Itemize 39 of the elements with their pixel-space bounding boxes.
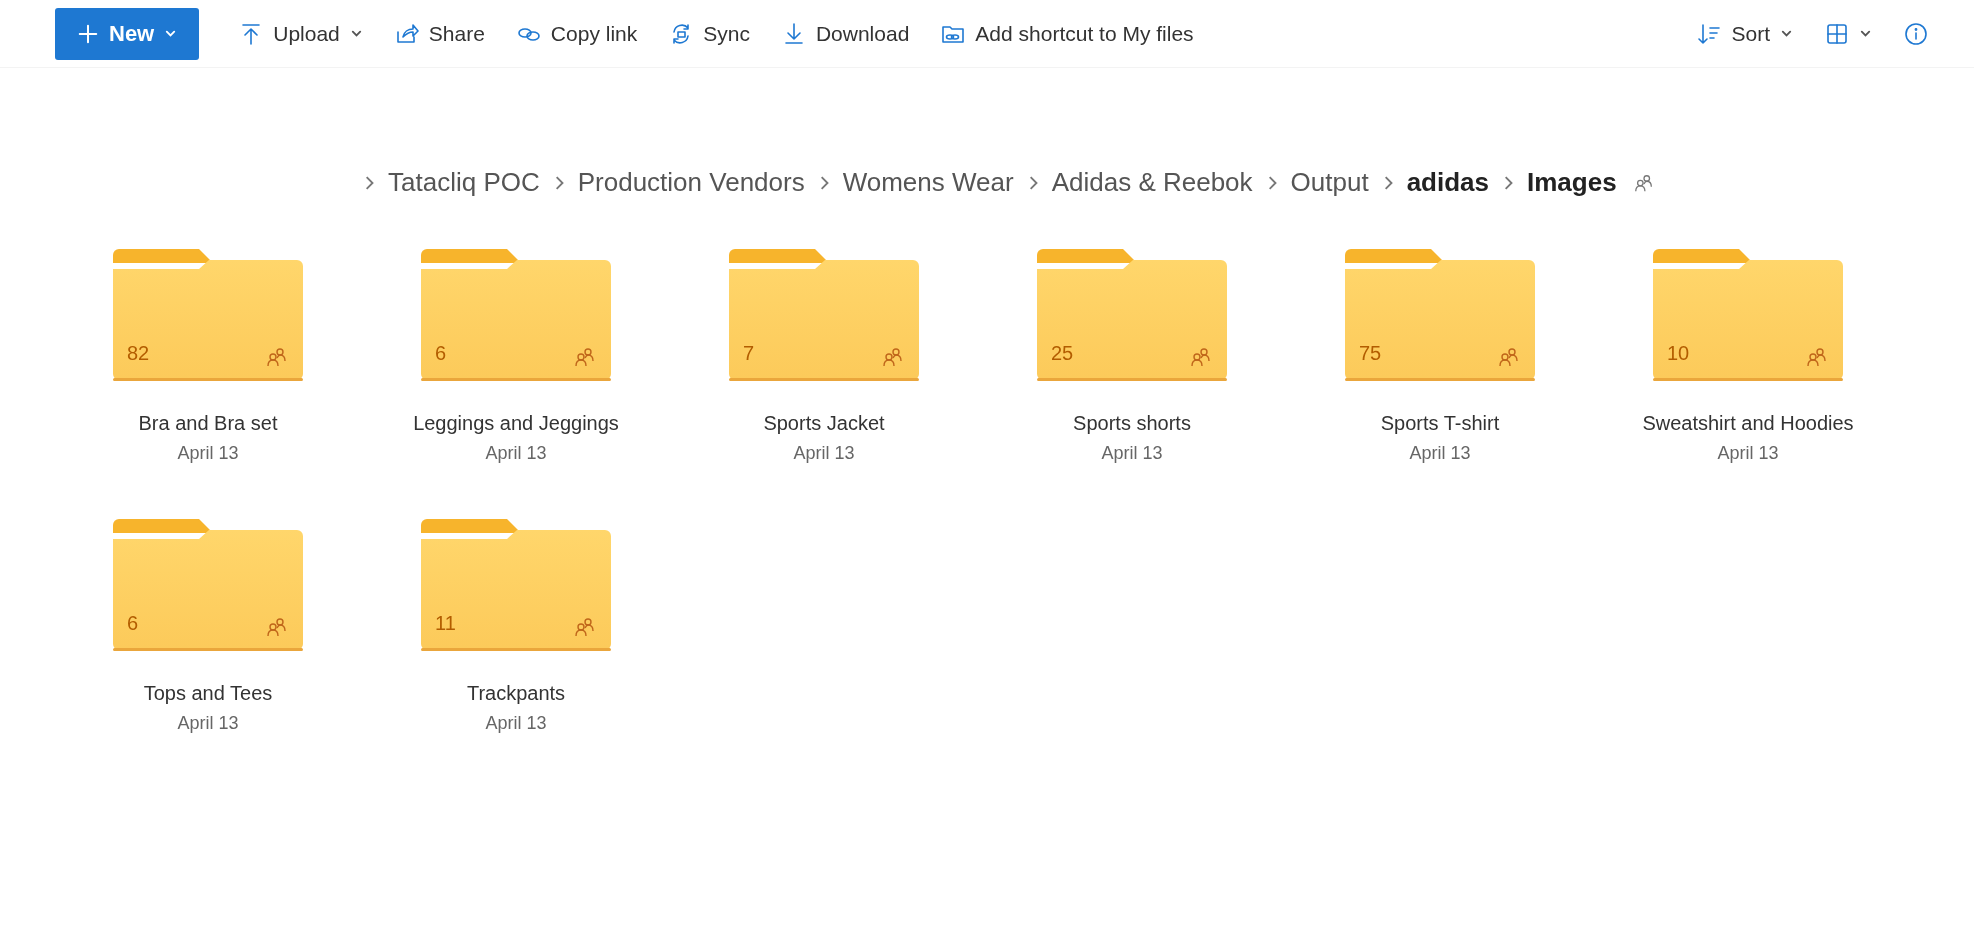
modified-date: April 13	[485, 442, 547, 465]
breadcrumb-link[interactable]: Tatacliq POC	[388, 163, 540, 202]
breadcrumb-link[interactable]: adidas	[1406, 163, 1489, 202]
breadcrumb-link[interactable]: Output	[1290, 163, 1369, 202]
breadcrumb-link[interactable]: Adidas & Reebok	[1051, 163, 1253, 202]
item-count: 10	[1667, 341, 1690, 366]
toolbar-button[interactable]: Add shortcut to My files	[925, 7, 1210, 60]
toolbar-button[interactable]: Download	[765, 7, 926, 60]
folder-name[interactable]: Tops and Tees	[143, 678, 273, 708]
folder-name[interactable]: Sweatshirt and Hoodies	[1642, 408, 1854, 438]
breadcrumb-link[interactable]: Production Vendors	[577, 163, 805, 202]
breadcrumb-link[interactable]: Womens Wear	[842, 163, 1014, 202]
item-count: 6	[127, 611, 139, 636]
modified-date: April 13	[1409, 442, 1471, 465]
toolbar-button[interactable]: Sync	[653, 7, 766, 60]
modified-date: April 13	[485, 712, 547, 735]
folder-name[interactable]: Trackpants	[466, 678, 566, 708]
item-count: 11	[435, 611, 456, 636]
modified-date: April 13	[793, 442, 855, 465]
folder-name[interactable]: Bra and Bra set	[138, 408, 278, 438]
item-count: 25	[1051, 341, 1074, 366]
toolbar-button[interactable]: Share	[378, 7, 501, 60]
breadcrumb-link[interactable]: Images	[1527, 163, 1617, 202]
item-count: 75	[1359, 341, 1382, 366]
modified-date: April 13	[1717, 442, 1779, 465]
folder-name[interactable]: Leggings and Jeggings	[413, 408, 619, 438]
item-count: 82	[127, 341, 150, 366]
modified-date: April 13	[1101, 442, 1163, 465]
folder-name[interactable]: Sports shorts	[1073, 408, 1191, 438]
folder-name[interactable]: Sports T-shirt	[1380, 408, 1500, 438]
folder-name[interactable]: Sports Jacket	[763, 408, 885, 438]
new-button[interactable]: New	[55, 7, 200, 60]
toolbar-button[interactable]: Upload	[223, 7, 379, 60]
item-count: 7	[743, 341, 755, 366]
toolbar-button[interactable]: Sort	[1681, 7, 1809, 60]
item-count: 6	[435, 341, 447, 366]
modified-date: April 13	[177, 442, 239, 465]
modified-date: April 13	[177, 712, 239, 735]
toolbar-button[interactable]: Copy link	[500, 7, 654, 60]
